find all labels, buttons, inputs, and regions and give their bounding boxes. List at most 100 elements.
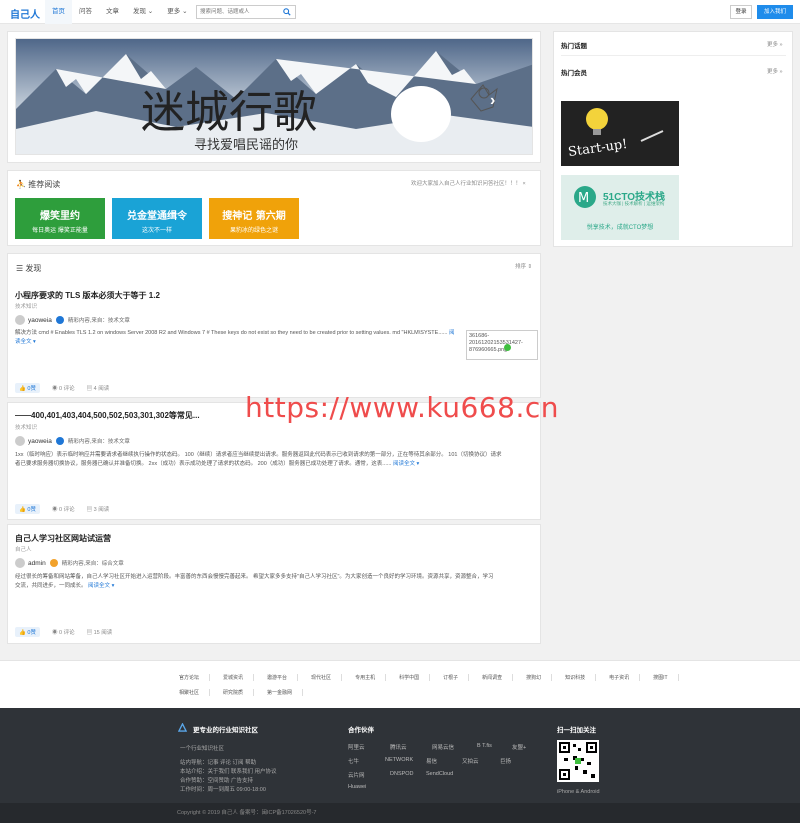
- recommend-tile[interactable]: 兑金堂通缉令 这次不一样: [112, 198, 202, 239]
- read-more-link[interactable]: 阅读全文 ▾: [393, 461, 419, 467]
- qr-code-icon: [559, 742, 597, 780]
- partner-logo[interactable]: 易信: [426, 757, 437, 765]
- footer-about-line[interactable]: 本站介绍：关于我们 联系我们 用户协议: [180, 768, 277, 777]
- article-stats: 👍 0赞 ◉ 0 评论 ▤ 3 阅读: [15, 504, 121, 514]
- 51cto-logo-icon: M: [574, 186, 596, 208]
- search-input[interactable]: [197, 6, 277, 18]
- hot-topics-more-link[interactable]: 更多 »: [767, 40, 783, 48]
- status-dot-icon: [504, 344, 511, 351]
- partner-logo[interactable]: NETWORK: [385, 757, 413, 763]
- author-name[interactable]: yaoweia: [28, 438, 52, 445]
- view-count-text: 15 阅读: [93, 630, 113, 636]
- like-button[interactable]: 👍 0赞: [15, 383, 40, 393]
- footer-about-title: 更专业的行业知识社区: [193, 727, 258, 734]
- footer-sponsor-line[interactable]: 合作赞助：空间赞助 广告支持: [180, 777, 253, 786]
- partner-logo[interactable]: 巨扬: [500, 757, 511, 765]
- nav-more[interactable]: 更多 ⌄: [160, 0, 194, 24]
- comment-link[interactable]: ◉ 0 评论: [52, 505, 75, 513]
- avatar[interactable]: [15, 436, 25, 446]
- friend-link[interactable]: 电子资讯: [606, 674, 641, 681]
- article-stats: 👍 0赞 ◉ 0 评论 ▤ 15 阅读: [15, 627, 124, 637]
- comment-link[interactable]: ◉ 0 评论: [52, 628, 75, 636]
- author-name[interactable]: admin: [28, 560, 46, 567]
- hot-members-more-link[interactable]: 更多 »: [767, 67, 783, 75]
- nav-discover[interactable]: 发现 ⌄: [126, 0, 160, 24]
- svg-text:M: M: [578, 191, 589, 206]
- friend-link[interactable]: 研究院质: [220, 689, 255, 696]
- tile-title: 爆笑里约: [40, 211, 80, 222]
- friend-link[interactable]: 官方论坛: [176, 674, 211, 681]
- friend-link[interactable]: 搜狗幻: [523, 674, 553, 681]
- partner-logo[interactable]: 友盟+: [512, 743, 526, 751]
- article-title[interactable]: 自己人学习社区网站试运营: [15, 533, 111, 544]
- friend-link[interactable]: 专用主机: [352, 674, 387, 681]
- friend-link[interactable]: 相聚社区: [176, 689, 211, 696]
- article-title[interactable]: 小程序要求的 TLS 版本必须大于等于 1.2: [15, 290, 160, 301]
- friend-link[interactable]: 科学中国: [396, 674, 431, 681]
- discover-header: ☰ 发现: [16, 263, 41, 274]
- partner-logo[interactable]: 阿里云: [348, 743, 365, 751]
- partner-logo[interactable]: B T.fis: [477, 743, 492, 749]
- 51cto-ad[interactable]: M 51CTO技术栈 技术大咖 | 技术解析 | 运维架构 悦享技术，成就CTO…: [561, 175, 679, 240]
- view-count: ▤ 4 阅读: [86, 386, 110, 392]
- recommend-tile[interactable]: 爆笑里约 每日奥运 爆笑正能量: [15, 198, 105, 239]
- partner-logo[interactable]: SendCloud: [426, 771, 453, 777]
- excerpt-text: 交流，共同进步，一同成长。: [15, 583, 87, 589]
- nav-questions[interactable]: 问答: [72, 0, 99, 24]
- search-icon[interactable]: [283, 8, 291, 16]
- recommend-header: ⛹ 推荐阅读: [16, 179, 60, 190]
- hot-members-title: 热门会员: [561, 70, 587, 77]
- article-tag[interactable]: 技术知识: [15, 302, 37, 310]
- like-button[interactable]: 👍 0赞: [15, 627, 40, 637]
- article-tag[interactable]: 自己人: [15, 545, 32, 553]
- author-name[interactable]: yaoweia: [28, 317, 52, 324]
- friend-link[interactable]: 爱城资讯: [220, 674, 255, 681]
- partner-logo[interactable]: 腾讯云: [390, 743, 407, 751]
- avatar[interactable]: [15, 315, 25, 325]
- like-count: 0赞: [27, 507, 36, 513]
- friend-links-row: 官方论坛 爱城资讯 邀游平台 现代社区 专用主机 科学中国 订根子 新闻调查 搜狗幻 知识科技 电子…: [176, 674, 689, 681]
- verified-icon: [55, 316, 64, 324]
- friend-link[interactable]: 搜图IT: [650, 674, 679, 681]
- friend-link[interactable]: 知识科技: [562, 674, 597, 681]
- startup-ad[interactable]: Start-up!: [561, 101, 679, 166]
- join-button[interactable]: 加入我们: [757, 5, 793, 19]
- friend-link[interactable]: 邀游平台: [264, 674, 299, 681]
- partner-logo[interactable]: 云片网: [348, 771, 365, 779]
- friend-link[interactable]: 新闻调查: [479, 674, 514, 681]
- banner-next-arrow[interactable]: ›: [490, 92, 495, 110]
- excerpt-text: 者已要求服务器切换协议，服务器已确认并准备切换。 2xx（成功）表示成功处理了请…: [15, 461, 392, 467]
- recommend-tile[interactable]: 搜神记 第六期 果豹冰的绿色之谜: [209, 198, 299, 239]
- article-excerpt: 解决方法 cmd # Enables TLS 1.2 on windows Se…: [15, 329, 455, 347]
- login-button[interactable]: 登录: [730, 5, 752, 19]
- qr-title: 扫一扫加关注: [557, 727, 596, 734]
- partner-logo[interactable]: 网易云信: [432, 743, 454, 751]
- partner-logo[interactable]: 又拍云: [462, 757, 479, 765]
- sort-toggle[interactable]: 排序 ⇕: [515, 262, 532, 270]
- 51cto-tagline: 技术大咖 | 技术解析 | 运维架构: [603, 201, 665, 206]
- friend-link[interactable]: 订根子: [440, 674, 470, 681]
- article-thumbnail[interactable]: 361686-20161202153531427-876960665.png: [466, 330, 538, 360]
- article-tag[interactable]: 技术知识: [15, 423, 37, 431]
- friend-link[interactable]: 现代社区: [308, 674, 343, 681]
- nav-home[interactable]: 首页: [45, 0, 72, 24]
- partner-logo[interactable]: Huawei: [348, 784, 366, 790]
- like-button[interactable]: 👍 0赞: [15, 504, 40, 514]
- nav-articles[interactable]: 文章: [99, 0, 126, 24]
- partner-logo[interactable]: 七牛: [348, 757, 359, 765]
- avatar[interactable]: [15, 558, 25, 568]
- comment-link[interactable]: ◉ 0 评论: [52, 384, 75, 392]
- read-more-link[interactable]: 阅读全文 ▾: [88, 583, 114, 589]
- friend-link[interactable]: 第一金融网: [264, 689, 304, 696]
- article-title[interactable]: ——400,401,403,404,500,502,503,301,302等常见…: [15, 410, 200, 421]
- comment-count: 0 评论: [58, 386, 75, 392]
- site-logo[interactable]: 自己人: [10, 6, 40, 21]
- welcome-notice[interactable]: 欢迎大家加入自己人行业知识问答社区！！！ ×: [411, 179, 526, 187]
- main-nav: 首页 问答 文章 发现 ⌄ 更多 ⌄: [45, 0, 195, 24]
- footer-nav-line[interactable]: 站内导航：记事 评论 订阅 帮助: [180, 759, 256, 768]
- banner-carousel[interactable]: 迷城行歌 寻找爱唱民谣的你: [15, 38, 533, 155]
- people-icon: ⛹: [16, 180, 26, 189]
- view-count: ▤ 15 阅读: [86, 630, 113, 636]
- divider: [561, 55, 786, 56]
- partner-logo[interactable]: DNSPOD: [390, 771, 414, 777]
